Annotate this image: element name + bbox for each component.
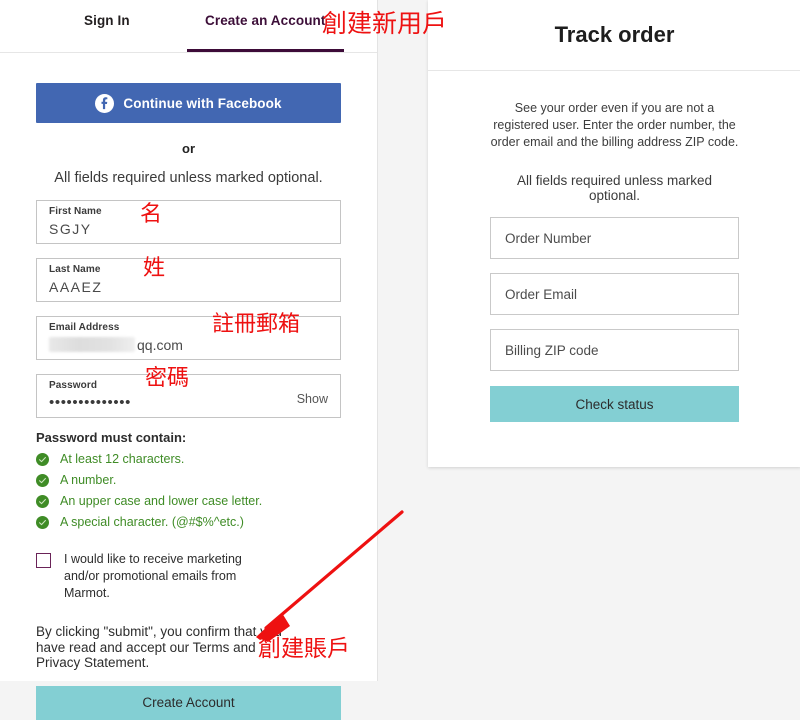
last-name-value: AAAEZ <box>49 279 103 295</box>
marketing-optin-label: I would like to receive marketing and/or… <box>64 552 242 600</box>
check-status-button[interactable]: Check status <box>490 386 739 422</box>
last-name-label: Last Name <box>49 264 101 275</box>
order-email-field[interactable]: Order Email <box>490 273 739 315</box>
password-field[interactable]: Password •••••••••••••• Show <box>36 374 341 418</box>
password-requirement-label: An upper case and lower case letter. <box>60 494 263 508</box>
tab-create-an-account[interactable]: Create an Account <box>205 13 325 28</box>
tab-sign-in-label: Sign In <box>84 13 130 28</box>
or-divider-label: or <box>182 141 195 156</box>
last-name-field[interactable]: Last Name AAAEZ <box>36 258 341 302</box>
track-order-form: See your order even if you are not a reg… <box>428 100 800 422</box>
active-tab-indicator <box>187 49 344 52</box>
tab-create-an-account-label: Create an Account <box>205 13 326 28</box>
check-circle-icon <box>36 515 49 529</box>
check-circle-icon <box>36 473 49 487</box>
check-circle-icon <box>36 494 49 508</box>
legal-disclaimer-text: By clicking "submit", you confirm that y… <box>36 624 282 670</box>
track-order-description: See your order even if you are not a reg… <box>490 101 739 149</box>
first-name-field[interactable]: First Name SGJY <box>36 200 341 244</box>
password-show-toggle[interactable]: Show <box>297 392 328 406</box>
password-requirement-item: A number. <box>36 473 341 487</box>
billing-zip-code-placeholder: Billing ZIP code <box>505 342 599 358</box>
password-requirement-item: A special character. (@#$%^etc.) <box>36 515 341 529</box>
continue-with-facebook-button[interactable]: Continue with Facebook <box>36 83 341 123</box>
create-account-form: Continue with Facebook or All fields req… <box>0 83 377 720</box>
create-account-button[interactable]: Create Account <box>36 685 341 720</box>
first-name-label: First Name <box>49 206 102 217</box>
marketing-optin-row[interactable]: I would like to receive marketing and/or… <box>36 551 341 602</box>
facebook-icon <box>95 93 115 113</box>
email-redaction-blur <box>49 337 135 352</box>
email-address-field[interactable]: Email Address qq.com <box>36 316 341 360</box>
order-email-placeholder: Order Email <box>505 286 578 302</box>
required-fields-note: All fields required unless marked option… <box>54 170 323 186</box>
order-number-field[interactable]: Order Number <box>490 217 739 259</box>
password-requirements-title: Password must contain: <box>36 430 187 445</box>
email-domain-text: qq.com <box>137 337 183 353</box>
password-masked-value: •••••••••••••• <box>49 394 131 411</box>
create-account-panel: Sign In Create an Account Continue with … <box>0 0 378 720</box>
order-number-placeholder: Order Number <box>505 230 592 246</box>
check-status-button-label: Check status <box>575 396 654 412</box>
password-requirement-label: At least 12 characters. <box>60 452 185 466</box>
billing-zip-code-field[interactable]: Billing ZIP code <box>490 329 739 371</box>
track-order-header: Track order <box>428 0 800 71</box>
password-requirement-label: A number. <box>60 473 117 487</box>
marketing-optin-checkbox[interactable] <box>36 553 51 568</box>
track-order-title: Track order <box>554 22 675 47</box>
password-requirement-label: A special character. (@#$%^etc.) <box>60 515 244 529</box>
track-order-required-note: All fields required unless marked option… <box>516 173 713 203</box>
track-order-panel: Track order See your order even if you a… <box>428 0 800 467</box>
first-name-value: SGJY <box>49 221 92 237</box>
password-label: Password <box>49 380 98 391</box>
continue-with-facebook-label: Continue with Facebook <box>123 95 282 111</box>
check-circle-icon <box>36 452 49 466</box>
tab-sign-in[interactable]: Sign In <box>84 13 130 28</box>
create-account-button-label: Create Account <box>142 695 235 710</box>
tab-bar: Sign In Create an Account <box>0 0 377 53</box>
password-requirement-item: An upper case and lower case letter. <box>36 494 341 508</box>
password-requirement-item: At least 12 characters. <box>36 452 341 466</box>
email-address-label: Email Address <box>49 322 120 333</box>
